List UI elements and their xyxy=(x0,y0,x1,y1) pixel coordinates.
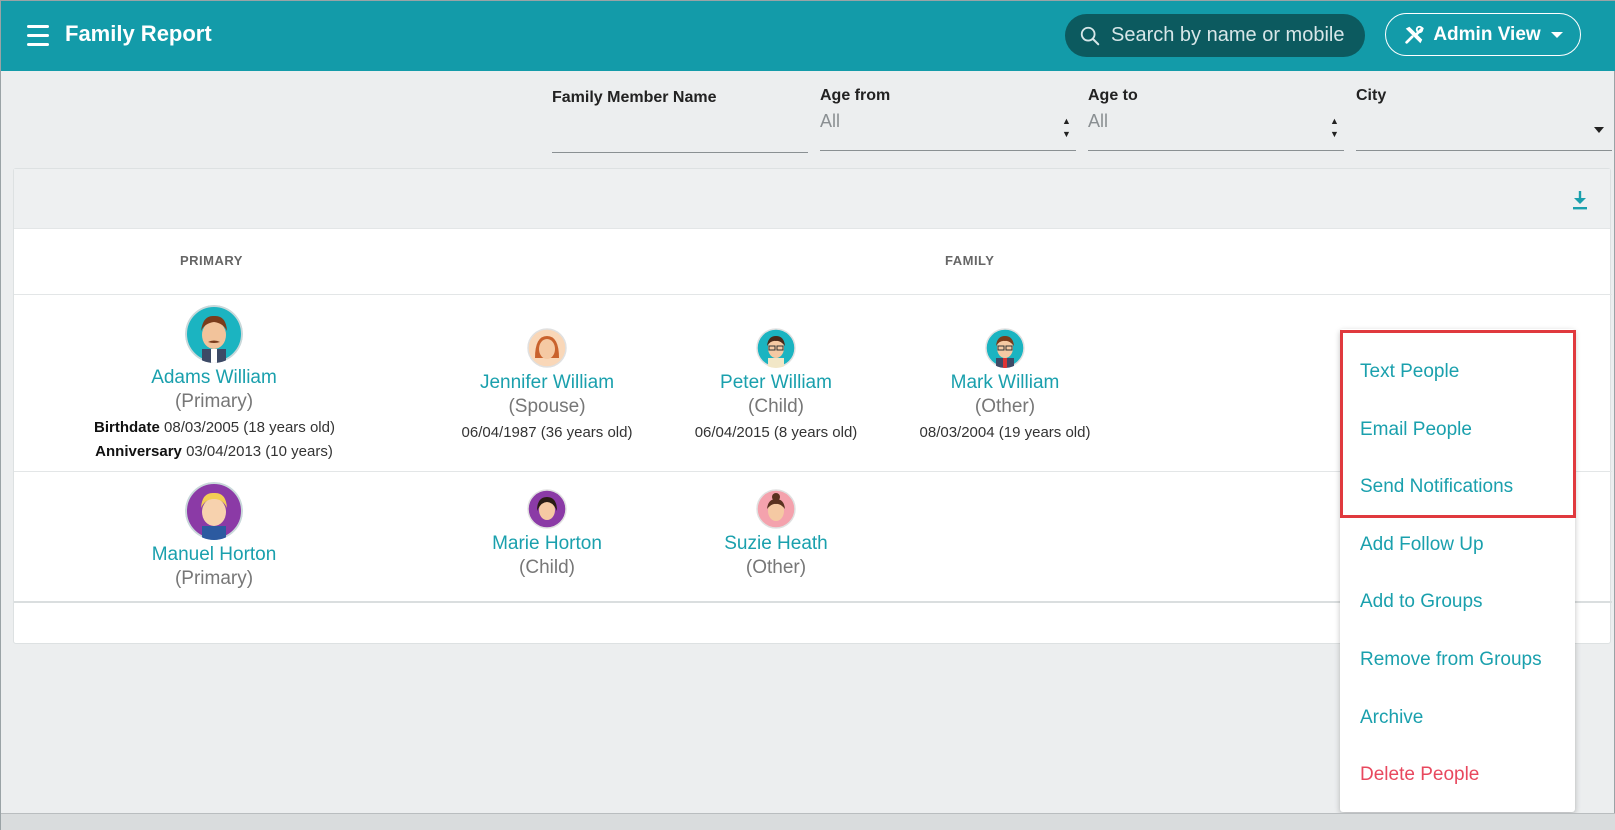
avatar[interactable] xyxy=(527,328,567,368)
menu-item-email-people[interactable]: Email People xyxy=(1360,419,1472,441)
divider xyxy=(14,294,1612,295)
menu-item-add-to-groups[interactable]: Add to Groups xyxy=(1360,591,1483,613)
primary-member-card: Manuel Horton (Primary) xyxy=(94,482,334,590)
taskbar xyxy=(1,813,1615,830)
member-role: (Child) xyxy=(519,557,575,578)
member-birthdate: 06/04/1987 (36 years old) xyxy=(461,424,633,441)
member-role: (Other) xyxy=(974,396,1036,417)
birthdate-label: Birthdate xyxy=(94,419,160,436)
anniversary-value: 03/04/2013 (10 years) xyxy=(186,443,333,460)
family-member-card: Peter William (Child) 06/04/2015 (8 year… xyxy=(656,328,896,441)
avatar[interactable] xyxy=(527,489,567,529)
city-label: City xyxy=(1356,87,1387,104)
card-toolbar xyxy=(14,169,1610,229)
avatar[interactable] xyxy=(756,328,796,368)
avatar[interactable] xyxy=(185,482,243,540)
member-name[interactable]: Marie Horton xyxy=(427,533,667,555)
age-to-stepper-icon[interactable]: ▲ ▼ xyxy=(1330,115,1340,141)
tools-icon xyxy=(1405,25,1424,44)
member-name[interactable]: Adams William xyxy=(94,367,334,389)
member-birthdate: 08/03/2004 (19 years old) xyxy=(919,424,1091,441)
city-dropdown-icon[interactable] xyxy=(1594,127,1604,133)
search-icon xyxy=(1080,26,1100,45)
member-birthdate: 06/04/2015 (8 years old) xyxy=(694,424,858,441)
member-name[interactable]: Jennifer William xyxy=(427,372,667,394)
family-member-card: Marie Horton (Child) xyxy=(427,489,667,579)
family-member-card: Mark William (Other) 08/03/2004 (19 year… xyxy=(885,328,1125,441)
avatar[interactable] xyxy=(185,305,243,363)
age-from-stepper-icon[interactable]: ▲ ▼ xyxy=(1062,115,1072,141)
menu-item-remove-from-groups[interactable]: Remove from Groups xyxy=(1360,649,1542,671)
page-title: Family Report xyxy=(65,21,212,46)
member-name[interactable]: Suzie Heath xyxy=(656,533,896,555)
avatar[interactable] xyxy=(985,328,1025,368)
birthdate-value: 08/03/2005 (18 years old) xyxy=(164,419,335,436)
age-from-label: Age from xyxy=(820,87,891,104)
member-role: (Other) xyxy=(745,557,807,578)
column-header-family: FAMILY xyxy=(945,253,995,268)
anniversary-info: Anniversary 03/04/2013 (10 years) xyxy=(94,443,334,460)
menu-item-send-notifications[interactable]: Send Notifications xyxy=(1360,476,1513,498)
age-to-filter[interactable]: Age to All ▲ ▼ xyxy=(1088,87,1344,151)
app-header: Family Report Admin View xyxy=(1,1,1615,71)
actions-dropdown-menu: Text People Email People Send Notificati… xyxy=(1340,329,1575,812)
menu-item-add-follow-up[interactable]: Add Follow Up xyxy=(1360,534,1484,556)
member-name[interactable]: Manuel Horton xyxy=(94,544,334,566)
admin-view-label: Admin View xyxy=(1433,23,1541,45)
anniversary-label: Anniversary xyxy=(95,443,182,460)
chevron-down-icon xyxy=(1550,31,1563,38)
member-role: (Primary) xyxy=(174,391,254,412)
age-from-filter[interactable]: Age from All ▲ ▼ xyxy=(820,87,1076,151)
member-role: (Child) xyxy=(748,396,804,417)
primary-member-card: Adams William (Primary) Birthdate 08/03/… xyxy=(94,305,335,460)
avatar[interactable] xyxy=(756,489,796,529)
admin-view-button[interactable]: Admin View xyxy=(1385,13,1581,56)
menu-item-delete-people[interactable]: Delete People xyxy=(1360,764,1479,786)
member-role: (Primary) xyxy=(174,568,254,589)
age-to-label: Age to xyxy=(1088,87,1138,104)
member-name[interactable]: Mark William xyxy=(885,372,1125,394)
birthdate-info: Birthdate 08/03/2005 (18 years old) xyxy=(94,419,335,436)
age-from-value: All xyxy=(820,111,841,131)
family-member-card: Jennifer William (Spouse) 06/04/1987 (36… xyxy=(427,328,667,441)
column-header-primary: PRIMARY xyxy=(180,253,243,268)
hamburger-menu-icon[interactable] xyxy=(27,25,53,47)
search-input[interactable] xyxy=(1111,24,1361,47)
family-member-name-filter[interactable]: Family Member Name xyxy=(552,89,808,153)
menu-item-text-people[interactable]: Text People xyxy=(1360,361,1459,383)
city-filter[interactable]: City xyxy=(1356,87,1612,151)
menu-item-archive[interactable]: Archive xyxy=(1360,707,1423,729)
member-role: (Spouse) xyxy=(508,396,586,417)
search-bar[interactable] xyxy=(1065,14,1365,57)
download-icon[interactable] xyxy=(1570,189,1590,211)
family-member-name-label: Family Member Name xyxy=(552,89,717,106)
age-to-value: All xyxy=(1088,111,1109,131)
family-member-card: Suzie Heath (Other) xyxy=(656,489,896,579)
member-name[interactable]: Peter William xyxy=(656,372,896,394)
